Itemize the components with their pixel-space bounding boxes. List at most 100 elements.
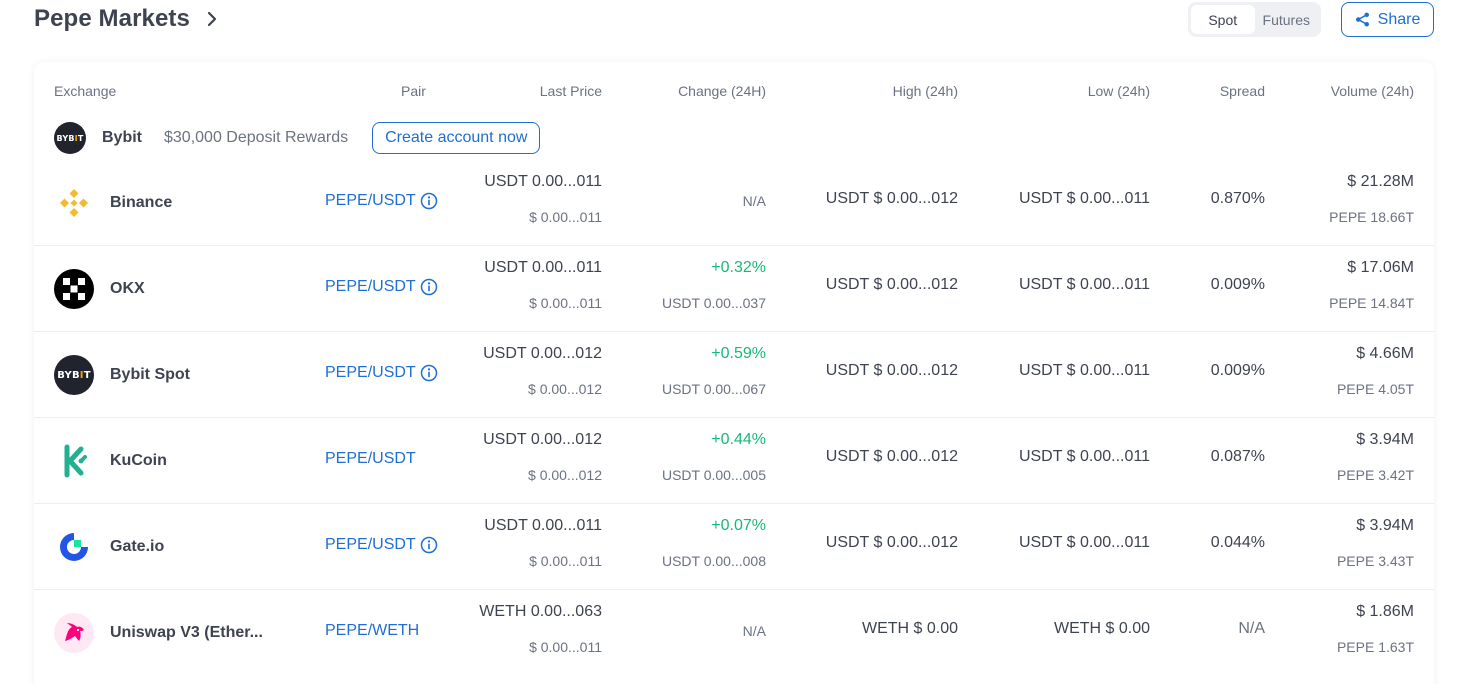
- low-24h: USDT $ 0.00...011: [1018, 448, 1150, 465]
- spot-tab[interactable]: Spot: [1191, 5, 1255, 34]
- table-row[interactable]: Binance PEPE/USDT USDT 0.00...011 $ 0.00…: [34, 160, 1434, 246]
- pair-label: PEPE/USDT: [325, 192, 416, 209]
- table-row[interactable]: BYB I T Bybit Spot PEPE/USDT USDT 0.00...0…: [34, 332, 1434, 418]
- header-spread[interactable]: Spread: [1220, 83, 1265, 99]
- last-price-usd: $ 0.00...012: [528, 467, 602, 483]
- volume-token: PEPE 4.05T: [1336, 381, 1414, 397]
- volume-usd: $ 17.06M: [1347, 259, 1414, 276]
- market-type-toggle: Spot Futures: [1188, 2, 1321, 37]
- pair-label: PEPE/USDT: [325, 450, 416, 467]
- last-price: WETH 0.00...063: [479, 603, 602, 620]
- low-24h: USDT $ 0.00...011: [1018, 534, 1150, 551]
- low-24h: USDT $ 0.00...011: [1018, 276, 1150, 293]
- exchange-name[interactable]: Uniswap V3 (Ether...: [110, 624, 263, 642]
- last-price: USDT 0.00...011: [484, 173, 602, 190]
- exchange-cell: Binance: [54, 187, 172, 219]
- volume-usd: $ 3.94M: [1356, 431, 1414, 448]
- pair-link[interactable]: PEPE/USDT: [325, 450, 416, 468]
- info-icon[interactable]: [420, 536, 438, 554]
- volume-token: PEPE 1.63T: [1336, 639, 1414, 655]
- change-percent: +0.07%: [711, 517, 766, 534]
- sponsored-promo: $30,000 Deposit Rewards: [164, 129, 349, 146]
- pair-link[interactable]: PEPE/USDT: [325, 364, 438, 382]
- exchange-cell: BYB I T Bybit Spot: [54, 355, 190, 395]
- header-high[interactable]: High (24h): [893, 83, 958, 99]
- pair-label: PEPE/USDT: [325, 364, 416, 381]
- kucoin-logo: [54, 441, 94, 481]
- change-percent: +0.44%: [711, 431, 766, 448]
- last-price: USDT 0.00...012: [483, 431, 602, 448]
- create-account-button[interactable]: Create account now: [372, 122, 541, 154]
- change-amount: USDT 0.00...037: [661, 295, 766, 311]
- spread: 0.087%: [1210, 448, 1265, 465]
- pair-link[interactable]: PEPE/USDT: [325, 536, 438, 554]
- pair-link[interactable]: PEPE/USDT: [325, 278, 438, 296]
- high-24h: USDT $ 0.00...012: [825, 276, 958, 293]
- volume-usd: $ 21.28M: [1347, 173, 1414, 190]
- last-price-usd: $ 0.00...011: [529, 209, 602, 225]
- volume-usd: $ 3.94M: [1356, 517, 1414, 534]
- table-row[interactable]: Uniswap V3 (Ether... PEPE/WETH WETH 0.00…: [34, 590, 1434, 676]
- low-24h: USDT $ 0.00...011: [1018, 190, 1150, 207]
- high-24h: USDT $ 0.00...012: [825, 534, 958, 551]
- futures-tab[interactable]: Futures: [1255, 5, 1319, 34]
- chevron-right-icon[interactable]: [204, 11, 220, 27]
- info-icon[interactable]: [420, 278, 438, 296]
- pair-label: PEPE/USDT: [325, 278, 416, 295]
- volume-token: PEPE 18.66T: [1329, 209, 1414, 225]
- change-amount: USDT 0.00...005: [661, 467, 766, 483]
- volume-usd: $ 4.66M: [1356, 345, 1414, 362]
- header-change[interactable]: Change (24H): [678, 83, 766, 99]
- change-na: N/A: [742, 193, 766, 209]
- header-low[interactable]: Low (24h): [1088, 83, 1150, 99]
- exchange-cell: Uniswap V3 (Ether...: [54, 613, 263, 653]
- volume-token: PEPE 3.43T: [1336, 553, 1414, 569]
- spread: 0.009%: [1210, 362, 1265, 379]
- high-24h: USDT $ 0.00...012: [825, 362, 958, 379]
- share-icon: [1355, 12, 1370, 27]
- spread: 0.009%: [1210, 276, 1265, 293]
- share-label: Share: [1377, 10, 1421, 28]
- last-price-usd: $ 0.00...011: [529, 553, 602, 569]
- change-percent: +0.32%: [711, 259, 766, 276]
- share-button[interactable]: Share: [1341, 2, 1434, 37]
- spread: 0.044%: [1210, 534, 1265, 551]
- exchange-name[interactable]: Gate.io: [110, 538, 164, 556]
- header-exchange[interactable]: Exchange: [54, 83, 116, 99]
- gateio-logo: [54, 527, 94, 567]
- last-price: USDT 0.00...012: [483, 345, 602, 362]
- binance-logo: [54, 183, 94, 223]
- low-24h: WETH $ 0.00: [1053, 620, 1150, 637]
- high-24h: USDT $ 0.00...012: [825, 448, 958, 465]
- high-24h: WETH $ 0.00: [861, 620, 958, 637]
- table-row[interactable]: Gate.io PEPE/USDT USDT 0.00...011 $ 0.00…: [34, 504, 1434, 590]
- header-pair[interactable]: Pair: [401, 83, 426, 99]
- table-row[interactable]: OKX PEPE/USDT USDT 0.00...011 $ 0.00...0…: [34, 246, 1434, 332]
- okx-logo: [54, 269, 94, 309]
- header-volume[interactable]: Volume (24h): [1331, 83, 1414, 99]
- info-icon[interactable]: [420, 192, 438, 210]
- exchange-name[interactable]: Binance: [110, 194, 172, 212]
- page-title[interactable]: Pepe Markets: [34, 5, 190, 33]
- change-amount: USDT 0.00...067: [661, 381, 766, 397]
- table-row[interactable]: KuCoin PEPE/USDT USDT 0.00...012 $ 0.00.…: [34, 418, 1434, 504]
- pair-link[interactable]: PEPE/USDT: [325, 192, 438, 210]
- sponsored-exchange-name: Bybit: [102, 129, 142, 146]
- pair-label: PEPE/WETH: [325, 622, 420, 639]
- info-icon[interactable]: [420, 364, 438, 382]
- last-price-usd: $ 0.00...011: [529, 295, 602, 311]
- change-amount: USDT 0.00...008: [661, 553, 766, 569]
- last-price: USDT 0.00...011: [484, 259, 602, 276]
- exchange-name[interactable]: KuCoin: [110, 452, 167, 470]
- last-price-usd: $ 0.00...011: [529, 639, 602, 655]
- header-last-price[interactable]: Last Price: [540, 83, 602, 99]
- uniswap-logo: [54, 613, 94, 653]
- page-header: Pepe Markets: [34, 4, 220, 34]
- sponsored-row: BYB I T Bybit $30,000 Deposit Rewards Crea…: [54, 120, 541, 156]
- pair-link[interactable]: PEPE/WETH: [325, 622, 419, 640]
- exchange-name[interactable]: Bybit Spot: [110, 366, 190, 384]
- exchange-name[interactable]: OKX: [110, 280, 145, 298]
- low-24h: USDT $ 0.00...011: [1018, 362, 1150, 379]
- spread: 0.870%: [1210, 190, 1265, 207]
- change-percent: +0.59%: [711, 345, 766, 362]
